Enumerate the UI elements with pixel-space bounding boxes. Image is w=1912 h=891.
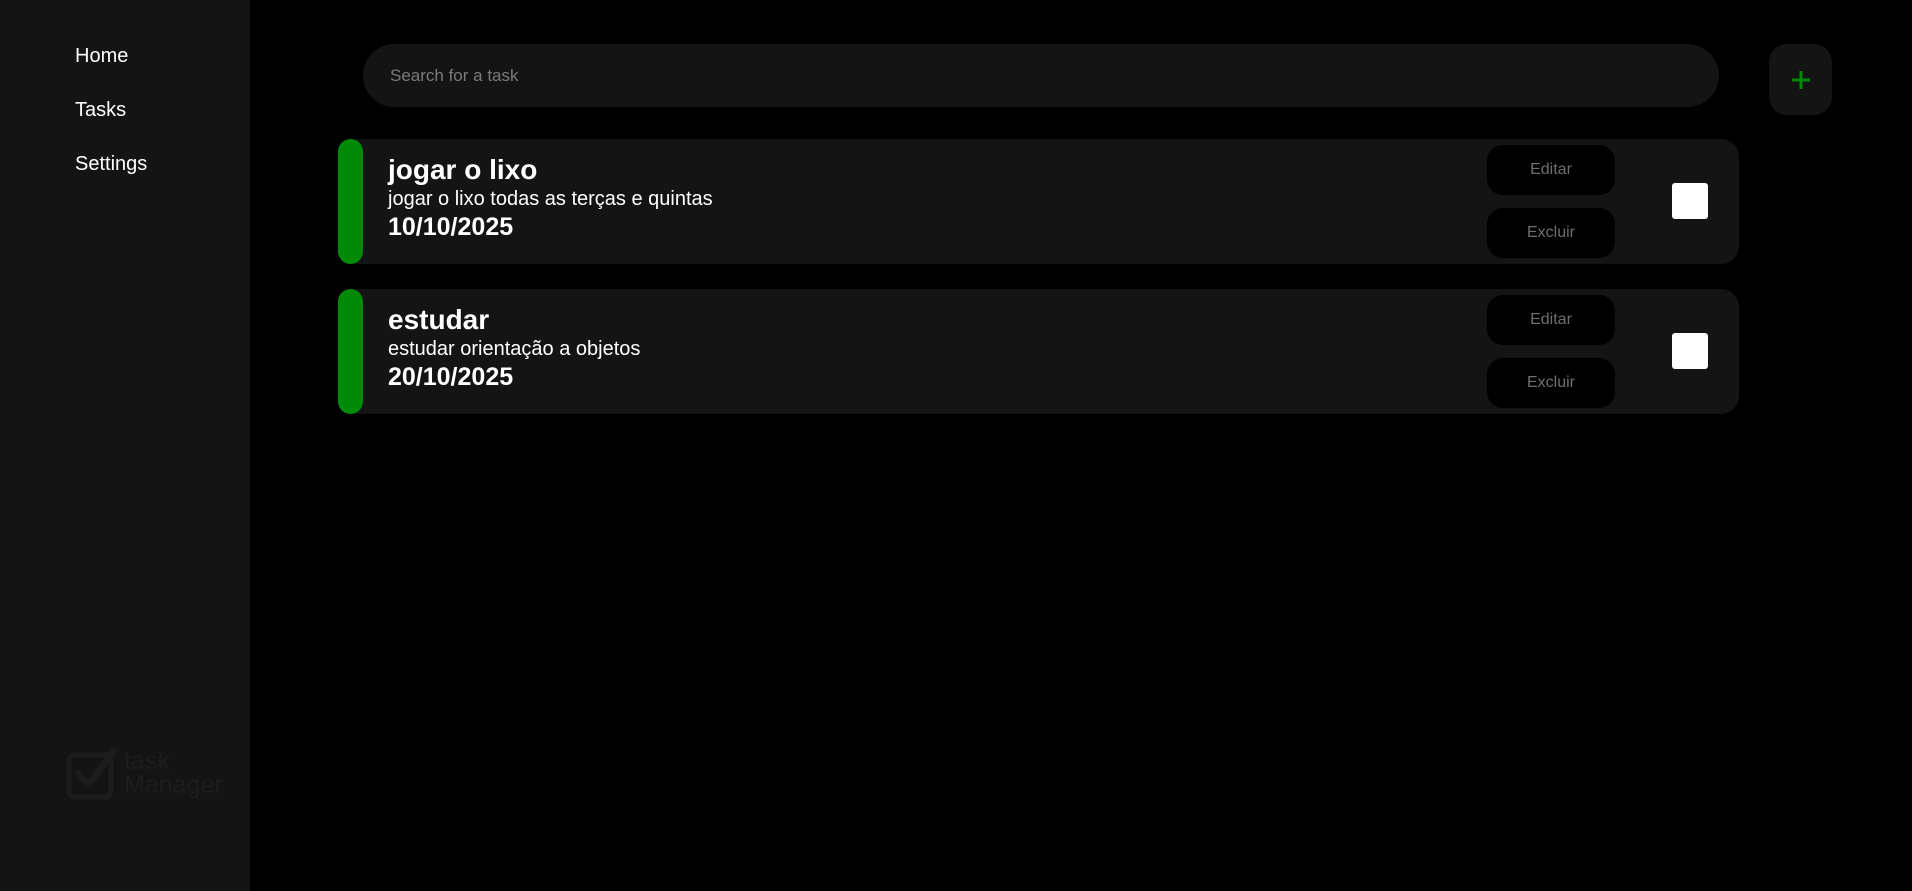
task-date: 10/10/2025 [388, 213, 514, 241]
task-description: estudar orientação a objetos [388, 338, 641, 360]
task-body: estudar estudar orientação a objetos 20/… [388, 303, 640, 393]
edit-task-button[interactable]: Editar [1487, 145, 1615, 195]
add-task-button[interactable] [1769, 44, 1832, 115]
logo-text-line1: task [124, 747, 170, 775]
delete-task-button[interactable]: Excluir [1487, 208, 1615, 258]
task-date: 20/10/2025 [388, 363, 514, 391]
sidebar: Home Tasks Settings task Manager [0, 0, 250, 891]
task-title: estudar [388, 304, 490, 335]
edit-task-button[interactable]: Editar [1487, 295, 1615, 345]
task-body: jogar o lixo jogar o lixo todas as terça… [388, 153, 713, 243]
sidebar-nav: Home Tasks Settings [75, 40, 147, 202]
sidebar-item-tasks[interactable]: Tasks [75, 94, 147, 148]
search-input[interactable] [388, 64, 1719, 87]
task-title: jogar o lixo [388, 154, 538, 185]
task-card: jogar o lixo jogar o lixo todas as terça… [338, 139, 1739, 264]
search-bar [363, 44, 1719, 107]
task-description: jogar o lixo todas as terças e quintas [388, 188, 713, 210]
logo-text-line2: Manager [124, 771, 223, 799]
task-complete-checkbox[interactable] [1672, 333, 1708, 369]
app-logo: task Manager [66, 744, 226, 802]
task-card: estudar estudar orientação a objetos 20/… [338, 289, 1739, 414]
logo-text: task Manager [124, 747, 223, 799]
sidebar-item-settings[interactable]: Settings [75, 148, 147, 202]
delete-task-button[interactable]: Excluir [1487, 358, 1615, 408]
sidebar-item-home[interactable]: Home [75, 40, 147, 94]
checkbox-logo-icon [66, 748, 117, 800]
task-status-bar [338, 289, 363, 414]
task-complete-checkbox[interactable] [1672, 183, 1708, 219]
task-status-bar [338, 139, 363, 264]
plus-icon [1791, 70, 1810, 89]
